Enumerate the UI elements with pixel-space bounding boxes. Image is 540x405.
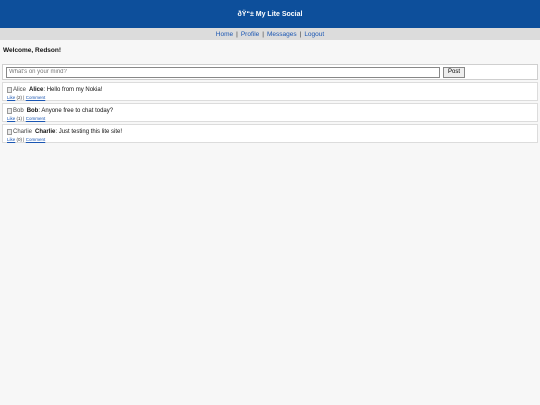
like-count: (2) [16, 95, 23, 100]
post-button[interactable]: Post [443, 66, 466, 78]
comment-link[interactable]: Comment [26, 137, 46, 142]
like-count: (0) [16, 137, 23, 142]
action-separator: | [23, 95, 25, 100]
like-link[interactable]: Like [7, 116, 15, 121]
nav-home-link[interactable]: Home [216, 31, 233, 38]
welcome-message: Welcome, Redson! [3, 47, 62, 54]
post-author: Alice [29, 86, 44, 93]
comment-link[interactable]: Comment [26, 95, 46, 100]
status-input[interactable] [6, 66, 440, 78]
avatar: Bob [7, 107, 24, 114]
nav-profile-link[interactable]: Profile [241, 31, 259, 38]
like-link[interactable]: Like [7, 95, 15, 100]
avatar-alt-text: Charlie [13, 128, 33, 135]
nav-separator: | [236, 30, 238, 38]
action-separator: | [23, 116, 25, 121]
post-text: : Anyone free to chat today? [38, 107, 114, 114]
post-text: : Hello from my Nokia! [43, 86, 103, 93]
feed-post: Charlie Charlie : Just testing this lite… [2, 124, 538, 143]
nav-logout-link[interactable]: Logout [304, 31, 324, 38]
action-separator: | [23, 137, 25, 142]
feed-post: Bob Bob : Anyone free to chat today? Lik… [2, 103, 538, 122]
avatar-alt-text: Alice [13, 86, 27, 93]
post-author: Bob [26, 107, 39, 114]
broken-image-icon [7, 128, 12, 135]
nav-messages-link[interactable]: Messages [267, 31, 297, 38]
post-composer: Post [2, 64, 538, 80]
avatar: Charlie [7, 128, 33, 135]
like-count: (1) [16, 116, 23, 121]
like-link[interactable]: Like [7, 137, 15, 142]
avatar-alt-text: Bob [13, 107, 24, 114]
nav-separator: | [262, 30, 264, 38]
top-nav: Home | Profile | Messages | Logout [0, 28, 540, 40]
app-header: ðŸ“± My Lite Social [0, 0, 540, 28]
broken-image-icon [7, 86, 12, 93]
post-text: : Just testing this lite site! [55, 128, 123, 135]
broken-image-icon [7, 107, 12, 114]
app-title: ðŸ“± My Lite Social [237, 10, 303, 18]
post-author: Charlie [35, 128, 56, 135]
avatar: Alice [7, 86, 27, 93]
comment-link[interactable]: Comment [26, 116, 46, 121]
feed-post: Alice Alice : Hello from my Nokia! Like … [2, 82, 538, 101]
nav-separator: | [299, 30, 302, 38]
